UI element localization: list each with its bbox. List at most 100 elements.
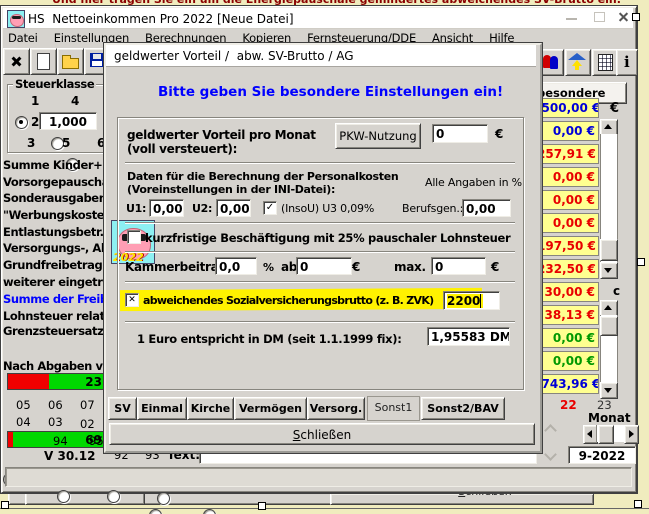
app-icon (7, 10, 25, 28)
u2-label: U2: (192, 202, 212, 215)
maximize-button[interactable] (594, 12, 605, 22)
year-radio-95[interactable] (203, 509, 216, 514)
abw-sv-field[interactable]: 2200 (443, 291, 500, 310)
home-arrow-icon (568, 53, 587, 71)
dialog-title: geldwerter Vorteil / abw. SV-Brutto / AG (114, 49, 354, 63)
tab-sonst1[interactable]: Sonst1 (367, 396, 420, 421)
berufsgen-label: Berufsgen.: (402, 202, 463, 215)
save-floppy-icon (90, 53, 104, 67)
year-label-02: 02 (80, 417, 95, 431)
label-grundfreibetrag: Grundfreibetrag (3, 258, 104, 272)
menu-datei[interactable]: Datei (8, 31, 38, 45)
gv-label-line2: (voll versteuert): (127, 142, 237, 156)
calculator-icon (598, 54, 613, 71)
personal-label-line1: Daten für die Berechnung der Personalkos… (127, 170, 398, 183)
year-label-95: 95 (89, 434, 104, 448)
selection-handle-top-right[interactable] (632, 13, 640, 21)
close-window-button[interactable] (616, 11, 631, 24)
minimize-button[interactable] (566, 18, 577, 20)
c-column-label: c (613, 284, 620, 298)
steuerklasse-label-4: 4 (71, 94, 79, 108)
label-summe-kinder: Summe Kinder+B (3, 158, 104, 172)
kammer-max-label: max. (394, 260, 426, 274)
label-versorgungs: Versorgungs-, Al (3, 241, 104, 255)
toolbar-calculator-button[interactable] (592, 49, 618, 76)
gv-value-field[interactable]: 0 (432, 124, 488, 143)
kurzfristig-checkbox[interactable] (127, 230, 141, 244)
scrollbar-thumb[interactable] (600, 239, 618, 261)
grenzsteuersatz-bar: 23 (7, 373, 105, 390)
u2-field[interactable]: 0,00 (216, 199, 251, 217)
arrow-up-icon (604, 124, 612, 129)
scrollbar2-thumb[interactable] (600, 316, 618, 336)
amount-field: 232,50 € (536, 259, 599, 279)
scrollbar-down-button[interactable] (600, 262, 618, 279)
version-label: V 30.12 (44, 449, 95, 463)
scrollbar2-down-button[interactable] (600, 382, 618, 399)
toolbar-open-button[interactable] (57, 48, 84, 75)
label-sonderausgaben: Sonderausgaben (3, 191, 104, 205)
selection-handle-right-mid[interactable] (637, 258, 645, 266)
insou-label: (InsoU) U3 0,09% (281, 202, 374, 215)
people-icon (542, 55, 560, 69)
kammer-ab-field[interactable]: 0 (296, 257, 352, 275)
tab-einmal[interactable]: Einmal (137, 397, 187, 420)
tab-vermoegen[interactable]: Vermögen (234, 397, 307, 420)
kammerbeitrag-field[interactable]: 0,0 (215, 257, 257, 275)
berufsgen-field[interactable]: 0,00 (462, 199, 511, 217)
monat-scroll-right[interactable] (624, 425, 639, 444)
faktor-field[interactable]: 1,000 (39, 112, 97, 130)
pkw-nutzung-button[interactable]: PKW-Nutzung (335, 123, 421, 149)
kammer-max-field[interactable]: 0 (431, 257, 486, 275)
gv-euro-label: € (495, 127, 503, 141)
monat-scroll-thumb[interactable] (598, 425, 614, 444)
status-bar (5, 467, 632, 487)
label-vorsorgepauschale: Vorsorgepauscha (3, 175, 104, 189)
dialog-groupbox (117, 117, 524, 390)
insou-checkbox[interactable]: ✓ (263, 201, 277, 215)
kammer-pct-label: % (263, 261, 274, 274)
amount-field: 0,00 € (536, 167, 599, 187)
dialog-close-button[interactable]: Schließen (109, 423, 535, 445)
year-label-06: 06 (48, 398, 63, 412)
amount-field: .500,00 € (536, 98, 599, 118)
selection-handle-bottom-right[interactable] (634, 500, 642, 508)
label-entlastungsbetrag: Entlastungsbetr. (3, 225, 104, 239)
toolbar-home-button[interactable] (565, 49, 591, 76)
year-label-05: 05 (16, 398, 31, 412)
dm-label: 1 Euro entspricht in DM (seit 1.1.1999 f… (137, 332, 402, 346)
tab-versorg[interactable]: Versorg. (307, 397, 365, 420)
toolbar-close-button[interactable] (3, 48, 30, 75)
label-grenzsteuersatz: Grenzsteuersatz: (3, 324, 104, 338)
abw-sv-checkbox[interactable]: ✕ (125, 293, 139, 307)
period-field[interactable]: 9-2022 (568, 446, 636, 464)
steuerklasse-radio-1[interactable] (15, 116, 28, 129)
tab-sonst2-bav[interactable]: Sonst2/BAV (421, 397, 505, 420)
euro-column-label: € (610, 101, 619, 116)
kammer-ab-label: ab (281, 260, 297, 274)
label-nach-abgaben: Nach Abgaben v (3, 359, 104, 373)
amount-field: 0,00 € (536, 190, 599, 210)
selection-handle-bottom-mid[interactable] (258, 502, 266, 510)
u1-field[interactable]: 0,00 (149, 199, 184, 217)
separator (125, 251, 515, 253)
u1-label: U1: (126, 202, 146, 215)
year-label-03: 03 (48, 415, 63, 429)
year-label-07: 07 (80, 398, 95, 412)
abw-sv-label: abweichendes Sozialversicherungsbrutto (… (143, 294, 434, 307)
label-weiterer: weiterer eingetra (3, 275, 104, 289)
amount-field: .743,96 € (536, 374, 599, 394)
amount-field: 197,50 € (536, 236, 599, 256)
year-label-94: 94 (53, 434, 68, 448)
tab-kirche[interactable]: Kirche (187, 397, 234, 420)
toolbar-info-button[interactable]: i (616, 49, 638, 76)
year-radio-94[interactable] (149, 509, 162, 514)
new-file-icon (37, 53, 50, 70)
personal-label-line2: (Voreinstellungen in der INI-Datei): (127, 183, 335, 196)
selection-handle-bottom-left[interactable] (1, 501, 9, 509)
check-icon: ✓ (266, 202, 274, 213)
tab-sv[interactable]: SV (108, 397, 137, 420)
year-label-22: 22 (560, 398, 577, 412)
toolbar-new-button[interactable] (30, 48, 57, 75)
x-check-icon: ✕ (128, 295, 136, 305)
